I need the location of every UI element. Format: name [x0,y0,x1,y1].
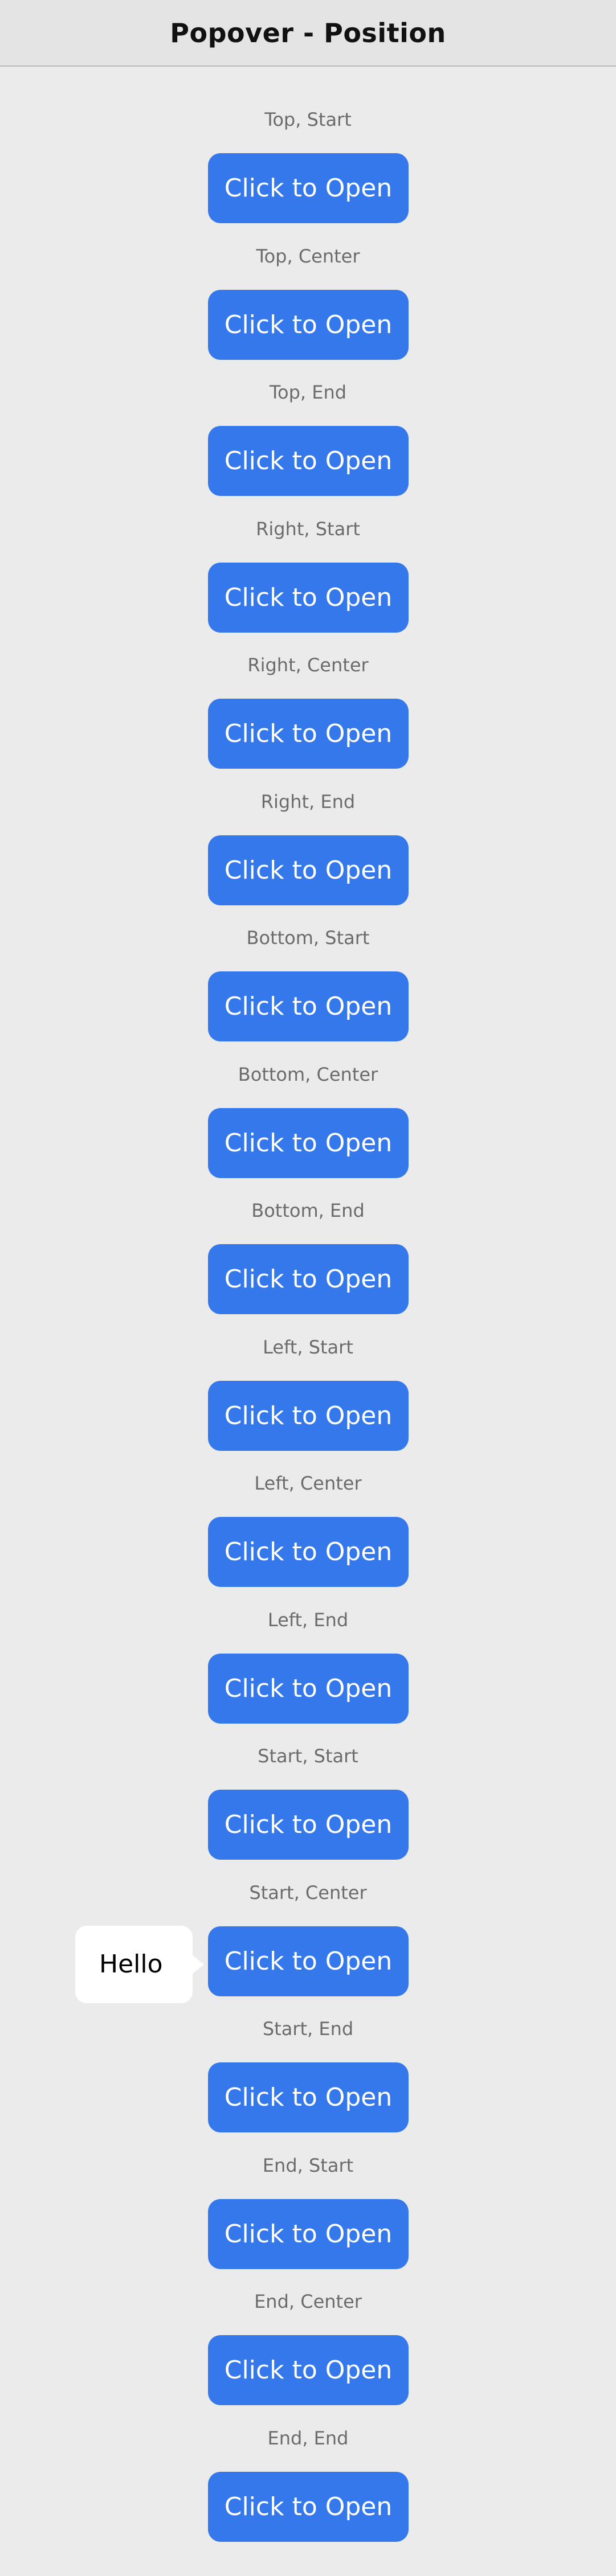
open-popover-button[interactable]: Click to Open [208,1790,409,1860]
position-label: Left, Start [263,1336,353,1358]
position-item: Start, Center Click to Open Hello [0,1879,616,2016]
open-popover-button[interactable]: Click to Open [208,2062,409,2132]
position-item: End, Center Click to Open [0,2288,616,2425]
open-popover-button[interactable]: Click to Open [208,153,409,223]
position-label: Top, Center [256,245,360,267]
open-popover-button[interactable]: Click to Open [208,1380,409,1451]
position-item: End, End Click to Open [0,2425,616,2561]
position-item: Left, End Click to Open [0,1606,616,1743]
position-item: End, Start Click to Open [0,2152,616,2288]
position-item: Bottom, Center Click to Open [0,1061,616,1197]
open-popover-button[interactable]: Click to Open [208,1653,409,1724]
position-item: Left, Start Click to Open [0,1334,616,1470]
position-label: Right, End [260,790,356,813]
open-popover-button[interactable]: Click to Open [208,699,409,769]
position-label: Bottom, Start [246,927,370,949]
page-title: Popover - Position [170,17,446,48]
open-popover-button[interactable]: Click to Open [208,426,409,496]
position-item: Right, Start Click to Open [0,515,616,652]
position-label: Start, End [262,2018,354,2040]
open-popover-button[interactable]: Click to Open [208,1107,409,1178]
position-label: End, Center [254,2291,362,2312]
position-label: End, Start [262,2154,354,2176]
open-popover-button[interactable]: Click to Open [208,2198,409,2269]
position-item: Bottom, Start Click to Open [0,924,616,1061]
open-popover-button[interactable]: Click to Open [208,1244,409,1314]
popover-text: Hello [99,1950,163,1979]
open-popover-button[interactable]: Click to Open [208,2471,409,2542]
position-list: Top, Start Click to Open Top, Center Click … [0,106,616,2561]
position-label: Right, Center [247,654,369,676]
open-popover-button[interactable]: Click to Open [208,971,409,1041]
open-popover-button[interactable]: Click to Open [208,562,409,633]
position-label: End, End [267,2427,349,2449]
open-popover-button[interactable]: Click to Open [208,1926,409,1996]
position-label: Top, End [269,382,347,403]
popover-arrow-icon [193,1955,204,1974]
open-popover-button[interactable]: Click to Open [208,289,409,360]
position-label: Right, Start [256,518,360,540]
position-item: Start, End Click to Open [0,2015,616,2152]
position-label: Start, Center [249,1881,367,1904]
position-label: Left, End [267,1609,349,1631]
position-item: Right, Center Click to Open [0,651,616,788]
open-popover-button[interactable]: Click to Open [208,835,409,905]
position-item: Right, End Click to Open [0,788,616,925]
position-label: Bottom, End [251,1200,365,1221]
position-item: Top, End Click to Open [0,379,616,515]
open-popover-button[interactable]: Click to Open [208,1517,409,1587]
position-label: Bottom, Center [238,1063,378,1085]
position-item: Top, Center Click to Open [0,243,616,379]
position-item: Top, Start Click to Open [0,106,616,243]
popover: Hello [75,1925,204,2003]
nav-header: Popover - Position [0,0,616,67]
position-item: Start, Start Click to Open [0,1742,616,1879]
position-label: Start, Start [258,1745,358,1767]
open-popover-button[interactable]: Click to Open [208,2335,409,2405]
position-label: Top, Start [264,109,352,130]
position-label: Left, Center [254,1472,362,1494]
position-item: Bottom, End Click to Open [0,1197,616,1334]
position-item: Left, Center Click to Open [0,1470,616,1606]
